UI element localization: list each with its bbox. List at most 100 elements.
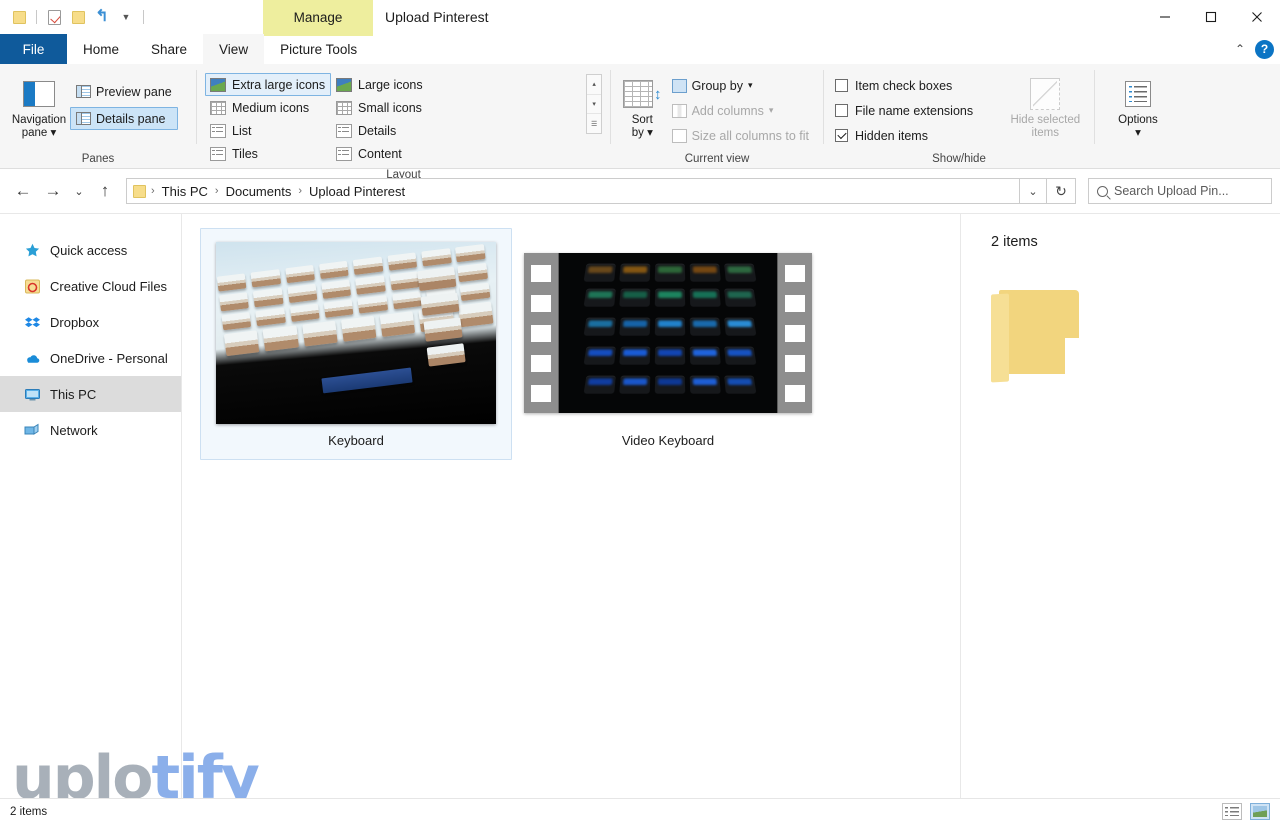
sidebar-item-dropbox[interactable]: Dropbox xyxy=(0,304,181,340)
add-columns-caret-icon[interactable]: ▾ xyxy=(769,105,774,116)
file-name-extensions-option[interactable]: File name extensions xyxy=(832,99,1001,122)
navigation-pane-button[interactable]: Navigation pane ▾ xyxy=(8,70,70,140)
layout-large-icons[interactable]: Large icons xyxy=(331,73,457,96)
size-all-columns-button[interactable]: Size all columns to fit xyxy=(666,124,815,147)
help-icon[interactable]: ? xyxy=(1255,39,1274,59)
layout-item-label: List xyxy=(232,123,252,138)
breadcrumb-item-documents[interactable]: Documents xyxy=(220,180,298,202)
search-icon xyxy=(1097,185,1108,197)
sidebar-item-creative-cloud-files[interactable]: Creative Cloud Files xyxy=(0,268,181,304)
onedrive-icon xyxy=(24,350,41,367)
qat-divider xyxy=(36,10,37,24)
options-label: Options xyxy=(1118,114,1158,126)
film-sprockets-right xyxy=(778,253,812,413)
keyboard-thumbnail xyxy=(216,242,496,424)
layout-item-label: Content xyxy=(358,146,402,161)
window-controls xyxy=(1142,0,1280,34)
layout-item-label: Medium icons xyxy=(232,100,310,115)
preview-pane-label: Preview pane xyxy=(96,84,172,99)
sidebar-item-quick-access[interactable]: Quick access xyxy=(0,232,181,268)
search-input[interactable]: Search Upload Pin... xyxy=(1088,178,1272,204)
tab-view[interactable]: View xyxy=(203,34,265,64)
address-dropdown-icon[interactable]: ⌄ xyxy=(1019,178,1047,204)
address-breadcrumb-bar[interactable]: › This PC › Documents › Upload Pinterest xyxy=(126,178,1020,204)
checkbox-icon[interactable] xyxy=(835,104,848,117)
large-icons-view-button[interactable] xyxy=(1250,803,1270,820)
preview-pane-button[interactable]: Preview pane xyxy=(70,80,178,103)
status-bar: 2 items xyxy=(0,798,1280,824)
qat-divider-2 xyxy=(143,10,144,24)
status-item-count: 2 items xyxy=(10,805,48,818)
close-button[interactable] xyxy=(1234,0,1280,34)
details-view-button[interactable] xyxy=(1222,803,1242,820)
navigation-pane-caret-icon[interactable]: ▾ xyxy=(51,127,57,139)
new-folder-icon[interactable] xyxy=(69,8,87,26)
checkbox-icon[interactable] xyxy=(835,79,848,92)
folder-icon[interactable] xyxy=(10,8,28,26)
ribbon-group-layout: Extra large icons Large icons Medium ico… xyxy=(197,64,610,181)
layout-gallery-scrollbar[interactable]: ▴ ▾ ☰ xyxy=(586,74,602,134)
breadcrumb: › This PC › Documents › Upload Pinterest xyxy=(150,180,411,202)
navigation-pane-label-2: pane xyxy=(21,127,48,139)
refresh-icon[interactable]: ↻ xyxy=(1046,178,1076,204)
forward-button[interactable]: → xyxy=(38,176,68,206)
file-item-video-keyboard[interactable]: Video Keyboard xyxy=(512,228,824,460)
hide-selected-label-2: items xyxy=(1031,127,1060,139)
layout-tiles[interactable]: Tiles xyxy=(205,142,331,165)
file-item-keyboard[interactable]: Keyboard xyxy=(200,228,512,460)
collapse-ribbon-icon[interactable]: ⌃ xyxy=(1235,42,1245,56)
breadcrumb-item-upload-pinterest[interactable]: Upload Pinterest xyxy=(303,180,411,202)
sidebar-item-network[interactable]: Network xyxy=(0,412,181,448)
layout-extra-large-icons[interactable]: Extra large icons xyxy=(205,73,331,96)
gallery-scroll-up-icon[interactable]: ▴ xyxy=(587,75,601,94)
list-icon xyxy=(210,123,226,138)
contextual-tab-header[interactable]: Manage xyxy=(263,0,373,34)
view-mode-buttons xyxy=(1222,803,1270,820)
layout-content[interactable]: Content xyxy=(331,142,457,165)
layout-small-icons[interactable]: Small icons xyxy=(331,96,457,119)
tab-picture-tools[interactable]: Picture Tools xyxy=(264,34,374,64)
layout-details[interactable]: Details xyxy=(331,119,457,142)
gallery-scroll-down-icon[interactable]: ▾ xyxy=(587,93,601,114)
gallery-more-icon[interactable]: ☰ xyxy=(587,113,601,133)
tab-file[interactable]: File xyxy=(0,34,67,64)
group-by-button[interactable]: Group by ▾ xyxy=(666,74,815,97)
quick-access-toolbar: ↰ ▼ xyxy=(0,0,146,34)
preview-pane-icon xyxy=(76,85,91,98)
tab-home[interactable]: Home xyxy=(67,34,135,64)
hidden-items-option[interactable]: Hidden items xyxy=(832,124,1001,147)
search-placeholder: Search Upload Pin... xyxy=(1114,184,1229,198)
layout-item-label: Details xyxy=(358,123,397,138)
layout-medium-icons[interactable]: Medium icons xyxy=(205,96,331,119)
details-pane: 2 items xyxy=(960,214,1280,799)
up-button[interactable]: ↑ xyxy=(90,176,120,206)
recent-locations-icon[interactable]: ⌄ xyxy=(68,176,90,206)
hide-selected-items-button[interactable]: Hide selected items xyxy=(1005,70,1086,140)
sort-by-button[interactable]: ↕ Sort by ▾ xyxy=(619,70,666,140)
minimize-button[interactable] xyxy=(1142,0,1188,34)
sort-by-label-1: Sort xyxy=(631,114,653,126)
file-list-view[interactable]: Keyboard Video Keyboard xyxy=(182,214,960,799)
sidebar-item-label: OneDrive - Personal xyxy=(50,350,168,366)
group-by-caret-icon[interactable]: ▾ xyxy=(748,80,753,91)
sort-by-caret-icon[interactable]: ▾ xyxy=(647,127,653,139)
sidebar-item-onedrive-personal[interactable]: OneDrive - Personal xyxy=(0,340,181,376)
properties-icon[interactable] xyxy=(45,8,63,26)
group-by-label: Group by xyxy=(691,78,743,93)
item-check-boxes-option[interactable]: Item check boxes xyxy=(832,74,1001,97)
undo-icon[interactable]: ↰ xyxy=(93,8,111,26)
breadcrumb-item-this-pc[interactable]: This PC xyxy=(156,180,214,202)
maximize-button[interactable] xyxy=(1188,0,1234,34)
customize-caret-icon[interactable]: ▼ xyxy=(117,8,135,26)
tab-share[interactable]: Share xyxy=(135,34,203,64)
back-button[interactable]: ← xyxy=(8,176,38,206)
add-columns-button[interactable]: Add columns ▾ xyxy=(666,99,815,122)
checkbox-checked-icon[interactable] xyxy=(835,129,848,142)
options-caret-icon[interactable]: ▾ xyxy=(1135,127,1141,139)
details-pane-button[interactable]: Details pane xyxy=(70,107,178,130)
tiles-icon xyxy=(210,146,226,161)
details-pane-icon xyxy=(76,112,91,125)
options-button[interactable]: Options ▾ xyxy=(1107,70,1169,140)
layout-list[interactable]: List xyxy=(205,119,331,142)
sidebar-item-this-pc[interactable]: This PC xyxy=(0,376,181,412)
